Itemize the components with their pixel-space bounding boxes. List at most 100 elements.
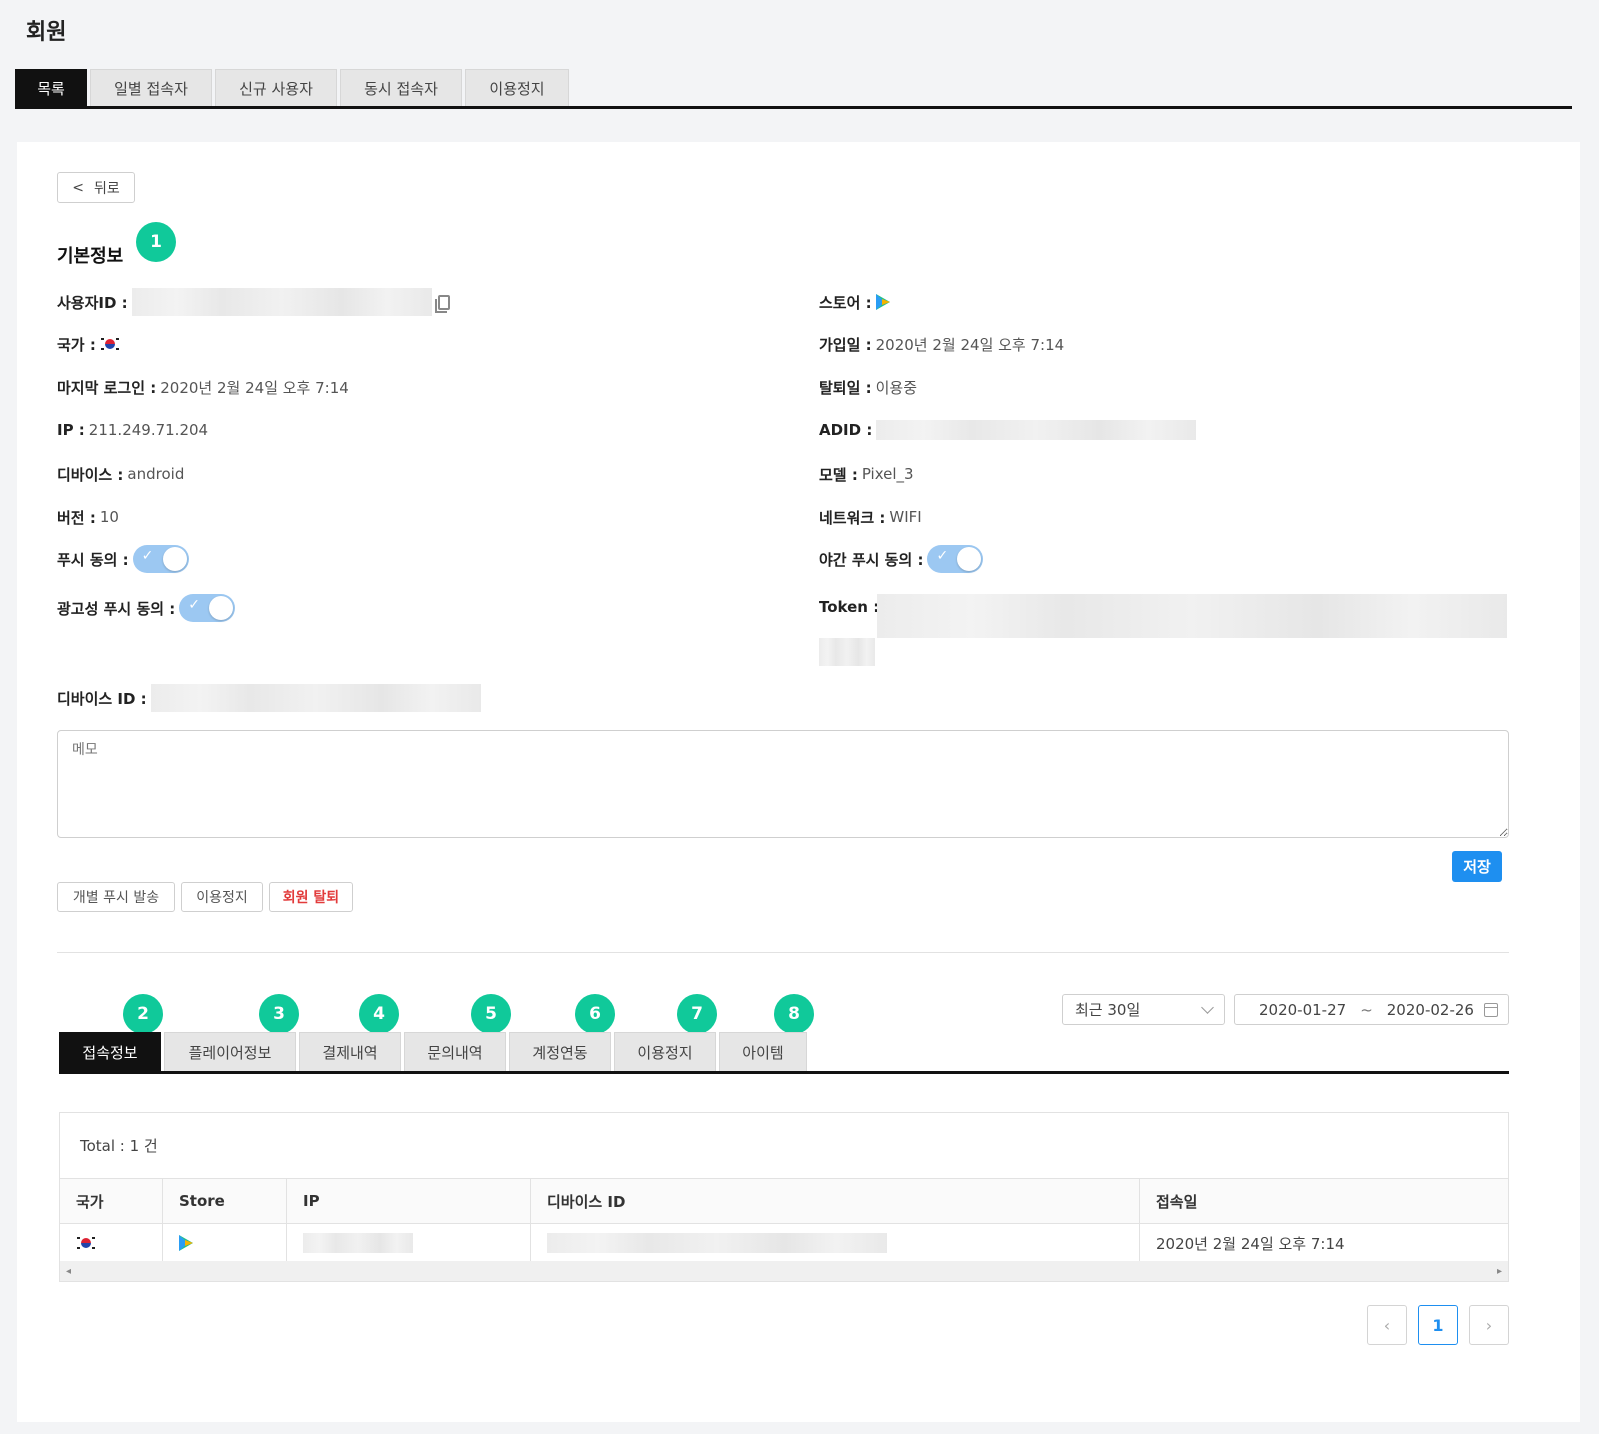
model-value: Pixel_3 <box>861 465 914 483</box>
step-badge: 7 <box>677 994 717 1034</box>
token-redacted <box>877 594 1507 638</box>
access-table: Total : 1 건 국가 Store IP 디바이스 ID 접속일 2020… <box>59 1112 1509 1282</box>
user-id-redacted <box>131 288 432 316</box>
user-id-field: 사용자ID : <box>57 287 450 317</box>
column-header: IP <box>287 1179 531 1223</box>
step-badge: 1 <box>136 222 176 262</box>
page-title: 회원 <box>26 20 67 45</box>
network-value: WIFI <box>889 508 922 526</box>
step-badge: 3 <box>259 994 299 1034</box>
section-divider <box>57 952 1509 953</box>
last-login-label: 마지막 로그인 : <box>57 378 157 397</box>
device-id-redacted <box>547 1233 887 1253</box>
column-header: 접속일 <box>1156 1192 1198 1211</box>
model-label: 모델 : <box>819 465 858 484</box>
horizontal-scrollbar[interactable]: ◂ ▸ <box>60 1261 1508 1281</box>
prev-page-button[interactable]: ‹ <box>1367 1305 1407 1345</box>
date-separator: ~ <box>1360 1000 1373 1019</box>
withdraw-member-button[interactable]: 회원 탈퇴 <box>269 882 353 912</box>
step-badge: 6 <box>575 994 615 1034</box>
ad-push-consent-label: 광고성 푸시 동의 : <box>57 599 176 618</box>
column-header: Store <box>163 1179 287 1223</box>
column-header: 디바이스 ID <box>531 1179 1140 1223</box>
store-label: 스토어 : <box>819 293 872 312</box>
row-country <box>60 1224 163 1262</box>
chevron-left-icon: < <box>72 179 84 196</box>
total-count: Total : 1 건 <box>80 1137 158 1155</box>
google-play-icon <box>179 1235 193 1251</box>
adid-redacted <box>876 420 1197 440</box>
copy-icon[interactable] <box>434 294 450 313</box>
night-push-consent-toggle[interactable]: ✓ <box>927 545 984 573</box>
step-badge: 8 <box>774 994 814 1034</box>
next-page-button[interactable]: › <box>1469 1305 1509 1345</box>
push-consent-field: 푸시 동의 : ✓ <box>57 544 189 574</box>
ad-push-consent-toggle[interactable]: ✓ <box>179 594 236 622</box>
tab-player-info[interactable]: 플레이어정보 <box>164 1032 296 1071</box>
tab-inquiries[interactable]: 문의내역 <box>404 1032 506 1071</box>
memo-textarea[interactable] <box>57 730 1509 838</box>
tab-access-info[interactable]: 접속정보 <box>59 1032 161 1071</box>
detail-tab-bar: 접속정보 플레이어정보 결제내역 문의내역 계정연동 이용정지 아이템 <box>59 1032 1509 1074</box>
join-date-label: 가입일 : <box>819 335 872 354</box>
row-accessed-at: 2020년 2월 24일 오후 7:14 <box>1156 1234 1345 1253</box>
tab-daily-visitors[interactable]: 일별 접속자 <box>90 69 212 106</box>
country-label: 국가 : <box>57 335 96 354</box>
device-id-redacted <box>150 684 481 712</box>
row-store <box>163 1224 287 1262</box>
country-field: 국가 : <box>57 332 120 356</box>
tab-account-link[interactable]: 계정연동 <box>509 1032 611 1071</box>
leave-date-field: 탈퇴일 : 이용중 <box>819 375 917 399</box>
table-header: 국가 Store IP 디바이스 ID 접속일 <box>60 1178 1508 1224</box>
scroll-left-icon[interactable]: ◂ <box>66 1266 71 1277</box>
scroll-right-icon[interactable]: ▸ <box>1497 1266 1502 1277</box>
leave-date-label: 탈퇴일 : <box>819 378 872 397</box>
device-field: 디바이스 : android <box>57 462 184 486</box>
token-label: Token : <box>819 598 880 616</box>
ad-push-consent-field: 광고성 푸시 동의 : ✓ <box>57 593 236 623</box>
back-button[interactable]: < 뒤로 <box>57 172 135 203</box>
row-ip <box>287 1224 531 1262</box>
night-push-consent-field: 야간 푸시 동의 : ✓ <box>819 544 984 574</box>
store-field: 스토어 : <box>819 290 890 314</box>
tab-new-users[interactable]: 신규 사용자 <box>215 69 337 106</box>
step-badge: 4 <box>359 994 399 1034</box>
device-id-label: 디바이스 ID : <box>57 689 147 708</box>
date-range-picker[interactable]: 2020-01-27 ~ 2020-02-26 <box>1234 994 1509 1025</box>
column-header: 국가 <box>60 1179 163 1223</box>
suspend-button[interactable]: 이용정지 <box>181 882 263 912</box>
google-play-icon <box>875 294 890 310</box>
korea-flag-icon <box>100 336 120 352</box>
device-value: android <box>127 465 185 483</box>
push-consent-toggle[interactable]: ✓ <box>132 545 189 573</box>
ip-label: IP : <box>57 421 85 439</box>
save-button[interactable]: 저장 <box>1452 851 1502 882</box>
last-login-field: 마지막 로그인 : 2020년 2월 24일 오후 7:14 <box>57 375 349 399</box>
tab-payments[interactable]: 결제내역 <box>299 1032 401 1071</box>
date-to[interactable]: 2020-02-26 <box>1387 1001 1474 1019</box>
device-id-field: 디바이스 ID : <box>57 683 481 713</box>
tab-suspended[interactable]: 이용정지 <box>465 69 569 106</box>
version-field: 버전 : 10 <box>57 505 119 529</box>
date-from[interactable]: 2020-01-27 <box>1259 1001 1346 1019</box>
network-label: 네트워크 : <box>819 508 886 527</box>
ip-field: IP : 211.249.71.204 <box>57 418 208 442</box>
tab-suspension[interactable]: 이용정지 <box>614 1032 716 1071</box>
individual-push-button[interactable]: 개별 푸시 발송 <box>57 882 175 912</box>
top-tab-bar: 목록 일별 접속자 신규 사용자 동시 접속자 이용정지 <box>15 69 1572 109</box>
version-value: 10 <box>99 508 119 526</box>
adid-label: ADID : <box>819 421 873 439</box>
leave-date-value: 이용중 <box>875 378 918 397</box>
tab-list[interactable]: 목록 <box>15 69 87 106</box>
device-label: 디바이스 : <box>57 465 124 484</box>
calendar-icon[interactable] <box>1484 1002 1498 1017</box>
row-device-id <box>531 1224 1140 1262</box>
period-select[interactable]: 최근 30일 <box>1062 994 1225 1025</box>
network-field: 네트워크 : WIFI <box>819 505 922 529</box>
tab-concurrent-users[interactable]: 동시 접속자 <box>340 69 462 106</box>
chevron-down-icon <box>1201 1000 1214 1014</box>
tab-items[interactable]: 아이템 <box>719 1032 807 1071</box>
page-button-1[interactable]: 1 <box>1418 1305 1458 1345</box>
last-login-value: 2020년 2월 24일 오후 7:14 <box>160 378 349 397</box>
period-select-value: 최근 30일 <box>1075 1001 1141 1019</box>
